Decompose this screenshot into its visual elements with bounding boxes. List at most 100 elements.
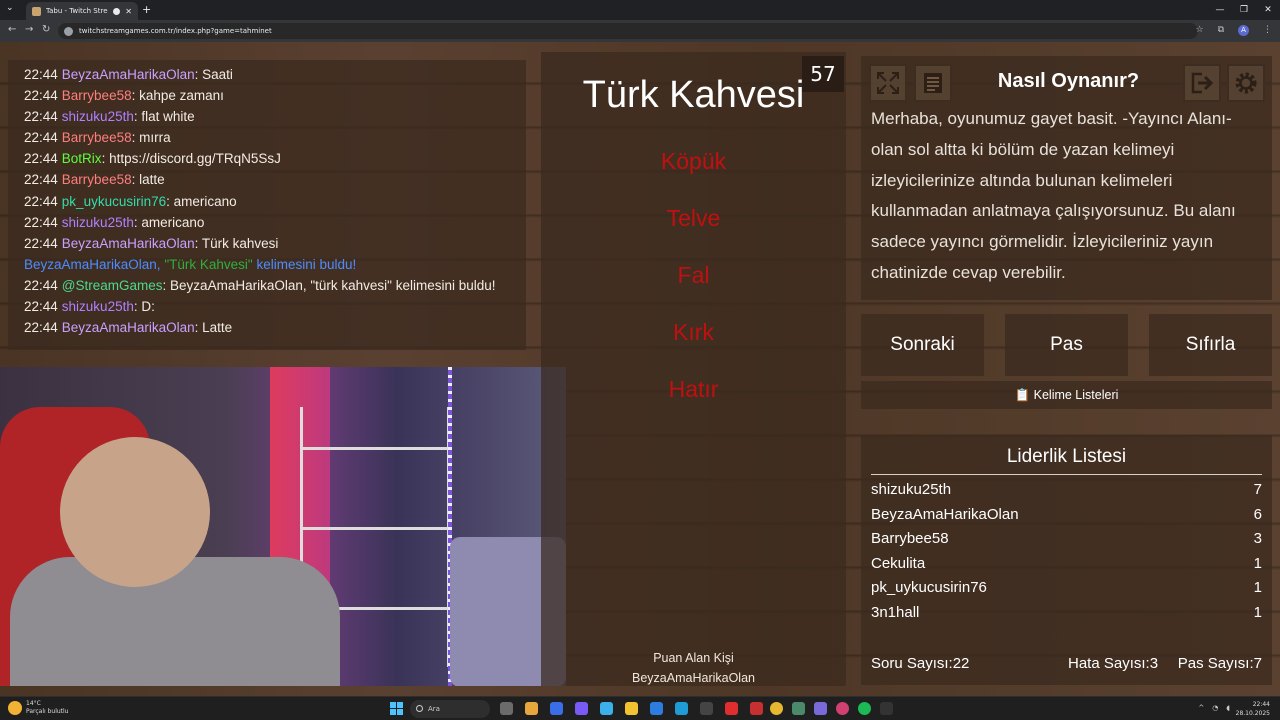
- notes-button[interactable]: [914, 64, 952, 102]
- window-controls: — ❐ ✕: [1208, 0, 1280, 20]
- site-info-icon[interactable]: [64, 26, 73, 36]
- leaderboard-row: Barrybee58 3: [871, 530, 1262, 547]
- chat-separator: :: [162, 277, 171, 293]
- chat-username: Barrybee58: [61, 130, 132, 146]
- back-button[interactable]: ←: [8, 24, 16, 35]
- chat-timestamp: 22:44: [24, 172, 58, 188]
- document-icon: [924, 73, 942, 93]
- search-placeholder: Ara: [428, 705, 440, 713]
- chat-timestamp: 22:44: [24, 235, 58, 251]
- file-explorer-icon[interactable]: [525, 702, 538, 715]
- chat-message: 22:44 BeyzaAmaHarikaOlan: Latte: [24, 317, 510, 338]
- taskbar-search[interactable]: Ara: [410, 700, 490, 718]
- task-view-icon[interactable]: [500, 702, 513, 715]
- player-name: BeyzaAmaHarikaOlan: [871, 506, 1019, 523]
- chat-text: Türk kahvesi: [201, 235, 279, 251]
- extensions-icon[interactable]: ⧉: [1218, 25, 1224, 36]
- taboo-word: Köpük: [660, 148, 727, 174]
- chat-text: mırra: [139, 130, 171, 146]
- app-icon[interactable]: [700, 702, 713, 715]
- leaderboard-row: BeyzaAmaHarikaOlan 6: [871, 506, 1262, 523]
- maximize-button[interactable]: ❐: [1232, 0, 1256, 20]
- chat-username: BeyzaAmaHarikaOlan: [61, 67, 195, 82]
- app-icon[interactable]: [750, 702, 763, 715]
- minimize-button[interactable]: —: [1208, 0, 1232, 20]
- browser-tab[interactable]: Tabu - Twitch Stream Games ✕: [26, 2, 138, 20]
- chat-text: Saati: [202, 67, 233, 82]
- new-tab-button[interactable]: +: [142, 3, 151, 16]
- logout-button[interactable]: [1183, 64, 1221, 102]
- tray-chevron-icon[interactable]: ^: [1198, 704, 1204, 712]
- chat-timestamp: 22:44: [24, 67, 58, 82]
- app-icon[interactable]: [650, 702, 663, 715]
- settings-button[interactable]: [1227, 64, 1265, 102]
- chat-separator: :: [194, 320, 203, 336]
- obs-icon[interactable]: [880, 702, 893, 715]
- menu-kebab-icon[interactable]: ⋮: [1263, 25, 1272, 36]
- toolbar-icons: ☆ ⧉ A ⋮: [1195, 25, 1272, 36]
- fullscreen-button[interactable]: [869, 64, 907, 102]
- url-text: twitchstreamgames.com.tr/index.php?game=…: [79, 27, 272, 35]
- taboo-word: Hatır: [668, 376, 719, 402]
- chat-separator: :: [131, 172, 140, 188]
- chat-message: 22:44 Barrybee58: mırra: [24, 127, 510, 148]
- scorer-info: Puan Alan Kişi BeyzaAmaHarikaOlan: [541, 648, 846, 688]
- leaderboard-row: 3n1hall 1: [871, 604, 1262, 621]
- chat-separator: :: [131, 130, 140, 146]
- chat-text: flat white: [141, 109, 195, 125]
- pass-button[interactable]: Pas: [1005, 314, 1128, 376]
- netflix-icon[interactable]: [725, 702, 738, 715]
- volume-icon[interactable]: ◖: [1226, 704, 1230, 712]
- player-score: 7: [1253, 481, 1262, 498]
- player-score: 3: [1253, 530, 1262, 547]
- bookmark-star-icon[interactable]: ☆: [1195, 25, 1203, 36]
- chat-text: americano: [141, 214, 205, 230]
- reload-button[interactable]: ↻: [42, 24, 50, 35]
- discord-icon[interactable]: [814, 702, 827, 715]
- url-field[interactable]: twitchstreamgames.com.tr/index.php?game=…: [58, 23, 1198, 39]
- weather-widget[interactable]: 14°C Parçalı bulutlu: [8, 700, 68, 716]
- chat-text: BeyzaAmaHarikaOlan, "türk kahvesi" kelim…: [170, 277, 496, 293]
- gear-icon: [1235, 72, 1257, 94]
- app-icon[interactable]: [836, 702, 849, 715]
- chat-message: BeyzaAmaHarikaOlan, "Türk Kahvesi" kelim…: [24, 254, 510, 275]
- chat-timestamp: 22:44: [24, 299, 58, 315]
- spotify-icon[interactable]: [858, 702, 871, 715]
- scorer-label: Puan Alan Kişi: [653, 651, 734, 665]
- app-icon[interactable]: [575, 702, 588, 715]
- app-icon[interactable]: [600, 702, 613, 715]
- player-score: 1: [1253, 555, 1262, 572]
- chat-username: @StreamGames: [61, 277, 163, 293]
- tab-close-icon[interactable]: ✕: [125, 7, 132, 16]
- webcam-person-body: [10, 557, 340, 686]
- chat-message: 22:44 shizuku25th: D:: [24, 296, 510, 317]
- forward-button[interactable]: →: [25, 24, 33, 35]
- chat-username: BeyzaAmaHarikaOlan: [61, 320, 195, 336]
- player-name: 3n1hall: [871, 604, 920, 621]
- recording-icon: [113, 7, 121, 15]
- error-count: Hata Sayısı:3: [1068, 655, 1159, 672]
- next-button[interactable]: Sonraki: [861, 314, 984, 376]
- app-icon[interactable]: [792, 702, 805, 715]
- profile-avatar[interactable]: A: [1238, 25, 1249, 36]
- folder-icon[interactable]: [625, 702, 638, 715]
- word-lists-button[interactable]: 📋 Kelime Listeleri: [861, 381, 1272, 409]
- reset-button[interactable]: Sıfırla: [1149, 314, 1272, 376]
- weather-desc: Parçalı bulutlu: [26, 708, 69, 715]
- player-score: 1: [1253, 604, 1262, 621]
- chat-message: 22:44 BeyzaAmaHarikaOlan: Saati: [24, 64, 510, 85]
- leaderboard-panel: Liderlik Listesi shizuku25th 7 BeyzaAmaHa…: [861, 435, 1272, 685]
- close-window-button[interactable]: ✕: [1256, 0, 1280, 20]
- chrome-icon[interactable]: [770, 702, 783, 715]
- edge-icon[interactable]: [675, 702, 688, 715]
- wifi-icon[interactable]: ◔: [1212, 704, 1218, 712]
- chat-separator: :: [194, 67, 203, 82]
- address-bar-row: ← → ↻ twitchstreamgames.com.tr/index.php…: [0, 20, 1280, 42]
- start-button[interactable]: [390, 702, 404, 716]
- taskbar-clock[interactable]: 22:44 28.10.2025: [1236, 700, 1270, 718]
- scorer-name: BeyzaAmaHarikaOlan: [632, 671, 755, 685]
- chat-username: shizuku25th: [61, 214, 134, 230]
- app-icon[interactable]: [550, 702, 563, 715]
- tab-search-icon[interactable]: ⌄: [6, 3, 14, 13]
- browser-tab-bar: ⌄ Tabu - Twitch Stream Games ✕ + — ❐ ✕: [0, 0, 1280, 20]
